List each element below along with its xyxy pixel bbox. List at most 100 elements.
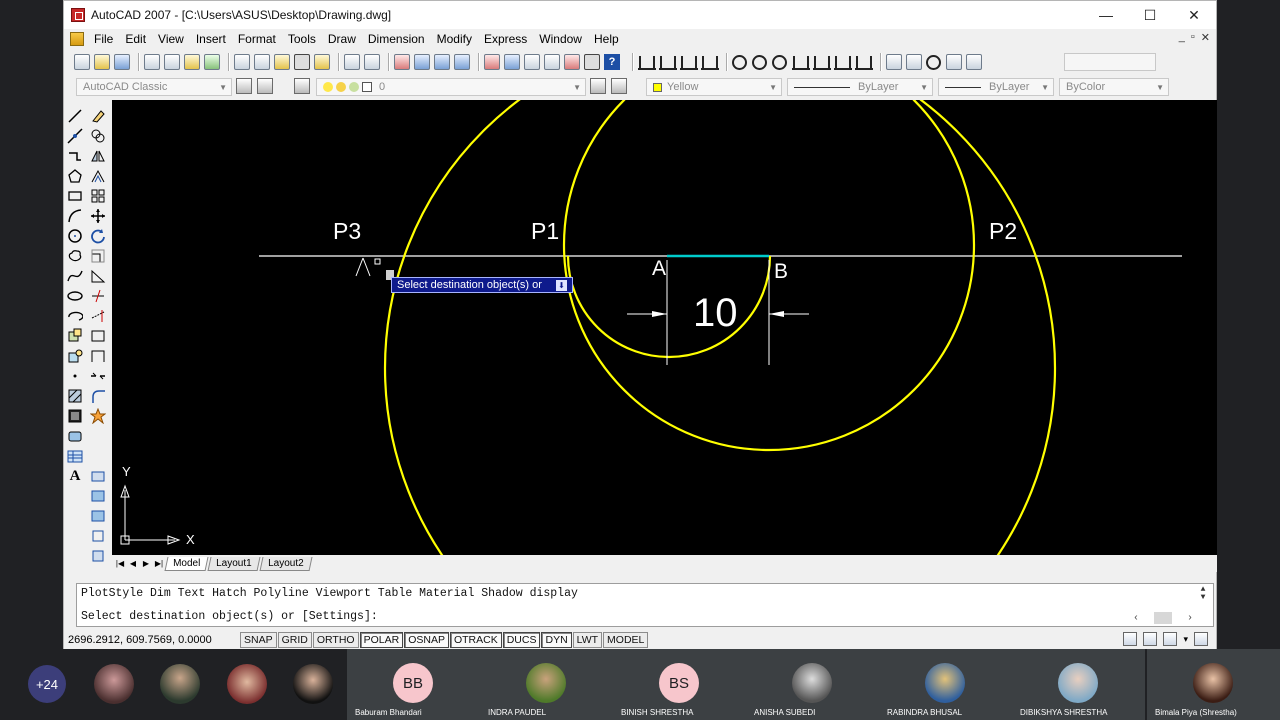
participant-tile[interactable]: Bimala Piya (Shrestha)	[1147, 649, 1280, 720]
more-participants-badge[interactable]: +24	[28, 665, 66, 703]
scroll-right-icon[interactable]: ›	[1187, 613, 1193, 624]
participant-avatar[interactable]	[94, 664, 134, 704]
annotation-icon[interactable]	[1163, 632, 1178, 646]
dyn-toggle[interactable]: DYN	[541, 632, 572, 648]
match-properties-icon[interactable]	[294, 54, 310, 70]
communication-center-icon[interactable]	[1123, 632, 1138, 646]
dim-style-dropdown[interactable]	[1064, 53, 1156, 71]
plot-preview-icon[interactable]	[164, 54, 180, 70]
copy-object-icon[interactable]	[90, 128, 106, 144]
region-icon[interactable]	[67, 428, 83, 444]
participant-tile[interactable]: BS BINISH SHRESTHA	[613, 649, 746, 720]
array-icon[interactable]	[90, 188, 106, 204]
arc-icon[interactable]	[67, 208, 83, 224]
tooltip-options-icon[interactable]: ⬇	[555, 279, 567, 291]
menu-modify[interactable]: Modify	[431, 32, 478, 46]
ucs-icon[interactable]	[90, 468, 106, 484]
3d-dwf-icon[interactable]	[204, 54, 220, 70]
design-center-icon[interactable]	[504, 54, 520, 70]
participant-tile[interactable]: RABINDRA BHUSAL	[879, 649, 1012, 720]
block-editor-icon[interactable]	[314, 54, 330, 70]
pan-icon[interactable]	[394, 54, 410, 70]
command-scroll-icon[interactable]: ▲ ▼	[1197, 586, 1209, 602]
quick-leader-icon[interactable]	[886, 54, 902, 70]
make-block-icon[interactable]	[67, 348, 83, 364]
point-icon[interactable]	[67, 368, 83, 384]
polar-toggle[interactable]: POLAR	[359, 632, 404, 648]
menu-file[interactable]: File	[88, 32, 119, 46]
menu-express[interactable]: Express	[478, 32, 533, 46]
undo-icon[interactable]	[344, 54, 360, 70]
plot-icon[interactable]	[144, 54, 160, 70]
tab-model[interactable]: Model	[164, 556, 209, 571]
command-window[interactable]: PlotStyle Dim Text Hatch Polyline Viewpo…	[76, 583, 1214, 627]
copy-icon[interactable]	[254, 54, 270, 70]
ucs-face-icon[interactable]	[90, 528, 106, 544]
ducs-toggle[interactable]: DUCS	[502, 632, 541, 648]
participant-tile[interactable]: DIBIKSHYA SHRESTHA	[1012, 649, 1145, 720]
tool-palettes-icon[interactable]	[524, 54, 540, 70]
dim-radius-icon[interactable]	[732, 54, 747, 70]
dim-angular-icon[interactable]	[792, 54, 810, 70]
dim-ordinate-icon[interactable]	[701, 54, 719, 70]
participant-tile[interactable]: ANISHA SUBEDI	[746, 649, 879, 720]
break-icon[interactable]	[90, 328, 106, 344]
scroll-thumb[interactable]	[1154, 612, 1172, 624]
scroll-left-icon[interactable]: ‹	[1133, 613, 1139, 624]
clean-screen-icon[interactable]	[1194, 632, 1208, 646]
layer-manager-icon[interactable]	[294, 78, 310, 94]
save-icon[interactable]	[114, 54, 130, 70]
participant-tile[interactable]: INDRA PAUDEL	[480, 649, 613, 720]
menu-help[interactable]: Help	[588, 32, 625, 46]
trim-icon[interactable]	[90, 288, 106, 304]
dim-arc-icon[interactable]	[680, 54, 698, 70]
zoom-window-icon[interactable]	[434, 54, 450, 70]
ucs-origin-icon[interactable]	[90, 548, 106, 564]
erase-icon[interactable]	[90, 108, 106, 124]
ucs-world-icon[interactable]	[90, 488, 106, 504]
insert-block-icon[interactable]	[67, 328, 83, 344]
color-dropdown[interactable]: Yellow ▼	[646, 78, 782, 96]
move-icon[interactable]	[90, 208, 106, 224]
previous-tab-icon[interactable]: ◀	[128, 558, 138, 570]
help-icon[interactable]: ?	[604, 54, 620, 70]
plotstyle-dropdown[interactable]: ByColor ▼	[1059, 78, 1169, 96]
menu-view[interactable]: View	[152, 32, 190, 46]
first-tab-icon[interactable]: |◀	[115, 558, 125, 570]
markup-icon[interactable]	[564, 54, 580, 70]
menu-insert[interactable]: Insert	[190, 32, 232, 46]
participant-avatar[interactable]	[160, 664, 200, 704]
scale-icon[interactable]	[90, 248, 106, 264]
cut-icon[interactable]	[234, 54, 250, 70]
paste-icon[interactable]	[274, 54, 290, 70]
table-icon[interactable]	[67, 448, 83, 464]
stretch-icon[interactable]	[90, 268, 106, 284]
revision-cloud-icon[interactable]	[67, 248, 83, 264]
polyline-icon[interactable]	[67, 148, 83, 164]
autocad-app-icon[interactable]	[71, 8, 85, 22]
drawing-canvas[interactable]: P3 P1 P2 A B 10 Y X Select destination o…	[112, 100, 1217, 555]
ellipse-arc-icon[interactable]	[67, 308, 84, 324]
layer-dropdown[interactable]: 0 ▼	[316, 78, 586, 96]
properties-icon[interactable]	[484, 54, 500, 70]
ellipse-icon[interactable]	[67, 288, 83, 304]
document-icon[interactable]	[70, 32, 84, 46]
command-prompt[interactable]: Select destination object(s) or [Setting…	[81, 610, 378, 623]
menu-format[interactable]: Format	[232, 32, 282, 46]
participant-avatar[interactable]	[293, 664, 333, 704]
open-icon[interactable]	[94, 54, 110, 70]
maximize-button[interactable]: ☐	[1128, 1, 1172, 29]
menu-dimension[interactable]: Dimension	[362, 32, 431, 46]
dim-edit-icon[interactable]	[946, 54, 962, 70]
dim-jogged-icon[interactable]	[752, 54, 767, 70]
close-button[interactable]: ✕	[1172, 1, 1216, 29]
explode-icon[interactable]	[89, 407, 107, 425]
construction-line-icon[interactable]	[67, 128, 83, 144]
participant-tile[interactable]: BB Baburam Bhandari	[347, 649, 480, 720]
menu-edit[interactable]: Edit	[119, 32, 152, 46]
tab-layout2[interactable]: Layout2	[259, 556, 312, 571]
tab-layout1[interactable]: Layout1	[207, 556, 261, 571]
status-menu-icon[interactable]: ▾	[1183, 634, 1188, 645]
dim-diameter-icon[interactable]	[772, 54, 787, 70]
ucs-previous-icon[interactable]	[90, 508, 106, 524]
